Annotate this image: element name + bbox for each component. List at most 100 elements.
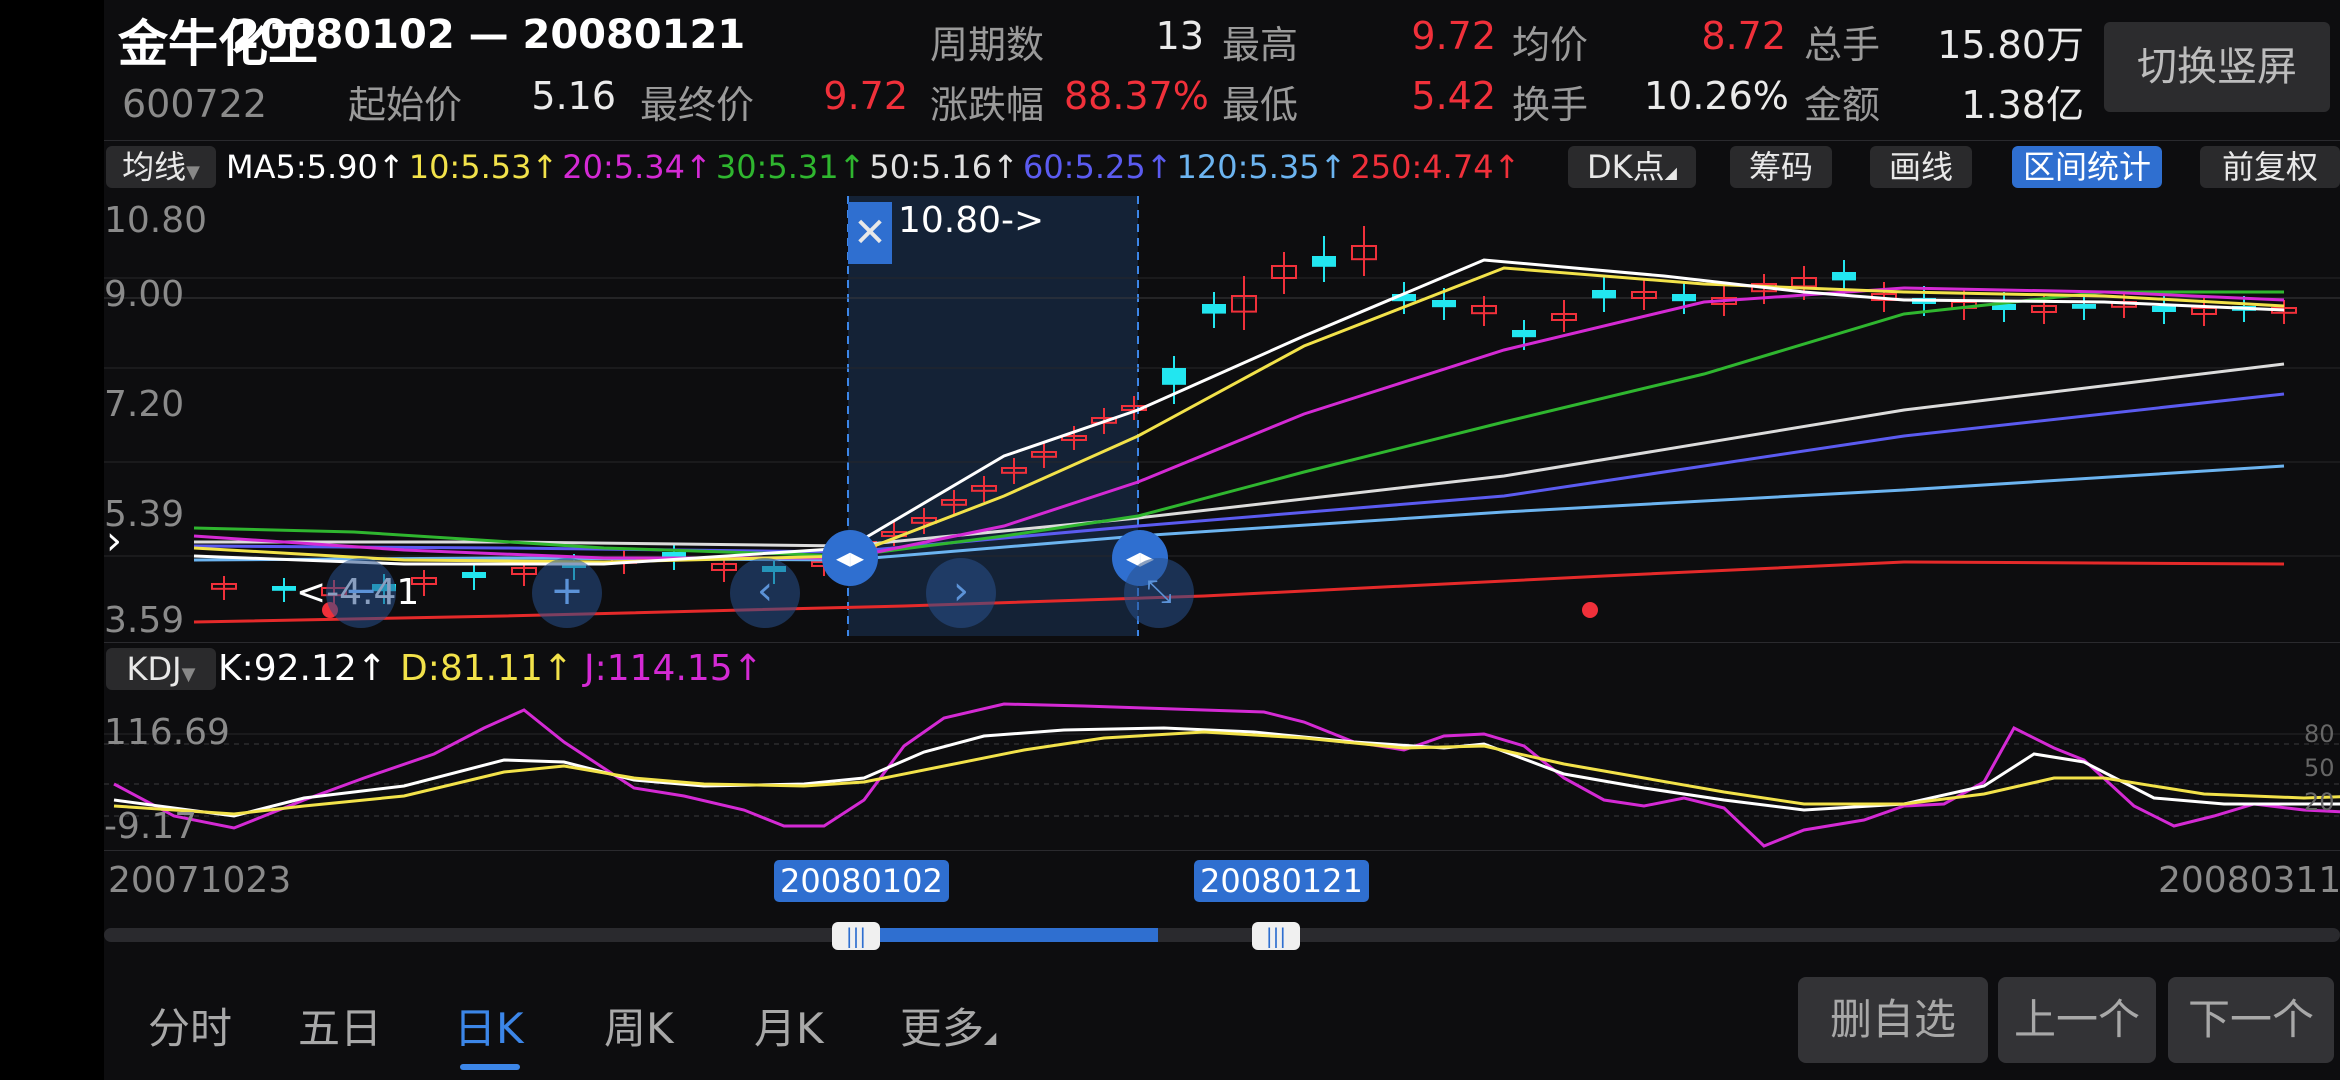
max-price-marker: 10.80->	[898, 200, 1045, 241]
kdj-selector[interactable]: KDJ▼	[106, 648, 216, 690]
ma-value-5: 60:5.25↑	[1022, 148, 1173, 186]
tab-monthly-k[interactable]: 月K	[754, 995, 824, 1056]
zoom-out-icon[interactable]: −	[326, 558, 396, 628]
tab-intraday[interactable]: 分时	[148, 995, 232, 1056]
periods-value: 13	[1155, 14, 1204, 58]
start-price-value: 5.16	[531, 74, 616, 118]
kdj-level-80: 80	[2304, 720, 2335, 748]
candle-body	[1592, 290, 1616, 299]
previous-stock-button[interactable]: 上一个	[1998, 977, 2156, 1063]
chips-button[interactable]: 筹码	[1730, 146, 1832, 188]
end-price-label: 最终价	[640, 83, 755, 127]
interval-stats-button[interactable]: 区间统计	[2012, 146, 2162, 188]
ma-value-7: 250:4.74↑	[1350, 148, 1521, 186]
timeline-selected-range	[874, 928, 1158, 942]
candle-body	[1512, 330, 1536, 338]
date-range: 20080102 — 20080121	[232, 12, 746, 58]
kdj-y-max: 116.69	[104, 712, 230, 753]
timeline-start-date: 20071023	[108, 860, 292, 901]
low-value: 5.42	[1411, 74, 1496, 118]
y-label-min: 3.59	[104, 600, 185, 641]
kdj-level-50: 50	[2304, 754, 2335, 782]
signal-dot	[1582, 602, 1598, 618]
periods-label: 周期数	[930, 23, 1045, 67]
amount-value: 1.38亿	[1961, 83, 2084, 127]
expand-left-icon[interactable]: ›	[106, 518, 122, 564]
y-label-3: 7.20	[104, 384, 185, 425]
ma-value-3: 30:5.31↑	[715, 148, 866, 186]
dropdown-arrow-icon: ▼	[186, 162, 200, 183]
amount-label: 金额	[1804, 83, 1881, 127]
selection-start-date: 20080102	[774, 860, 949, 902]
high-label: 最高	[1222, 23, 1299, 67]
scroll-right-icon[interactable]: ›	[926, 558, 996, 628]
kdj-selector-label: KDJ	[126, 650, 182, 688]
ma-value-4: 50:5.16↑	[869, 148, 1019, 186]
zoom-in-icon[interactable]: +	[532, 558, 602, 628]
tab-five-day[interactable]: 五日	[298, 995, 382, 1056]
kdj-j-value: J:114.15↑	[584, 648, 763, 689]
candle-body	[2072, 304, 2096, 309]
stock-chart-app: 金牛化工 600722 20080102 — 20080121 周期数 13 最…	[104, 0, 2340, 1080]
candle-body	[1162, 368, 1186, 385]
start-price-label: 起始价	[348, 83, 463, 127]
ma250-line	[193, 560, 2285, 624]
turnover-value: 10.26%	[1644, 74, 1789, 118]
avg-value: 8.72	[1701, 14, 1786, 58]
ma-values-line: MA5:5.90↑ 10:5.53↑ 20:5.34↑ 30:5.31↑ 50:5.16…	[226, 146, 1524, 188]
switch-portrait-button[interactable]: 切换竖屏	[2104, 22, 2330, 112]
kdj-chart	[104, 702, 2340, 848]
candles-group	[211, 226, 2297, 608]
end-price-value: 9.72	[823, 74, 908, 118]
tab-daily-k[interactable]: 日K	[454, 995, 524, 1056]
kdj-k-value: K:92.12↑	[218, 648, 387, 689]
tab-more[interactable]: 更多◢	[900, 995, 996, 1056]
ma-selector[interactable]: 均线▼	[106, 146, 216, 188]
tab-weekly-k[interactable]: 周K	[604, 995, 674, 1056]
kdj-y-min: -9.17	[104, 806, 198, 847]
candle-body	[1672, 294, 1696, 302]
candle-body	[2152, 306, 2176, 312]
ma-selector-label: 均线	[122, 148, 187, 186]
candle-body	[272, 586, 296, 591]
corner-arrow-icon: ◢	[984, 1028, 997, 1047]
ma-value-1: 10:5.53↑	[408, 148, 559, 186]
timeline-end-date: 20080311	[2158, 860, 2340, 901]
timeline-left-thumb[interactable]: |||	[832, 922, 880, 950]
dk-point-button[interactable]: DK点◢	[1568, 146, 1696, 188]
candle-body	[1202, 304, 1226, 314]
ma120-line	[193, 464, 2285, 562]
collapse-icon[interactable]: ⤡	[1124, 558, 1194, 628]
draw-line-button[interactable]: 画线	[1870, 146, 1972, 188]
timeline-track[interactable]	[104, 928, 2340, 942]
candle-body	[1832, 272, 1856, 281]
next-stock-button[interactable]: 下一个	[2168, 977, 2334, 1063]
turnover-label: 换手	[1512, 83, 1589, 127]
corner-arrow-icon: ◢	[1664, 163, 1677, 182]
kdj-d-value: D:81.11↑	[400, 648, 574, 689]
remove-favorite-button[interactable]: 删自选	[1798, 977, 1988, 1063]
scroll-left-icon[interactable]: ‹	[730, 558, 800, 628]
selection-left-handle[interactable]: ◂▸	[822, 530, 878, 586]
candlestick-chart[interactable]	[104, 196, 2340, 636]
candle-body	[1312, 256, 1336, 267]
ma-value-0: MA5:5.90↑	[226, 148, 405, 186]
ma-value-2: 20:5.34↑	[562, 148, 712, 186]
dk-point-label: DK点	[1587, 148, 1665, 186]
total-volume-label: 总手	[1804, 23, 1881, 67]
kdj-level-20: 20	[2304, 788, 2335, 816]
total-volume-value: 15.80万	[1937, 23, 2084, 67]
dropdown-arrow-icon: ▼	[181, 664, 196, 685]
selection-end-date: 20080121	[1194, 860, 1369, 902]
ma-value-6: 120:5.35↑	[1176, 148, 1347, 186]
forward-adjust-button[interactable]: 前复权	[2200, 146, 2340, 188]
selected-tab-indicator	[460, 1064, 520, 1070]
timeline-right-thumb[interactable]: |||	[1252, 922, 1300, 950]
high-value: 9.72	[1411, 14, 1496, 58]
change-pct-label: 涨跌幅	[930, 83, 1045, 127]
candle-body	[462, 572, 486, 578]
close-selection-icon[interactable]: ✕	[848, 202, 892, 264]
y-label-max: 10.80	[104, 200, 208, 241]
change-pct-value: 88.37%	[1064, 74, 1209, 118]
tab-more-label: 更多	[900, 1004, 985, 1053]
